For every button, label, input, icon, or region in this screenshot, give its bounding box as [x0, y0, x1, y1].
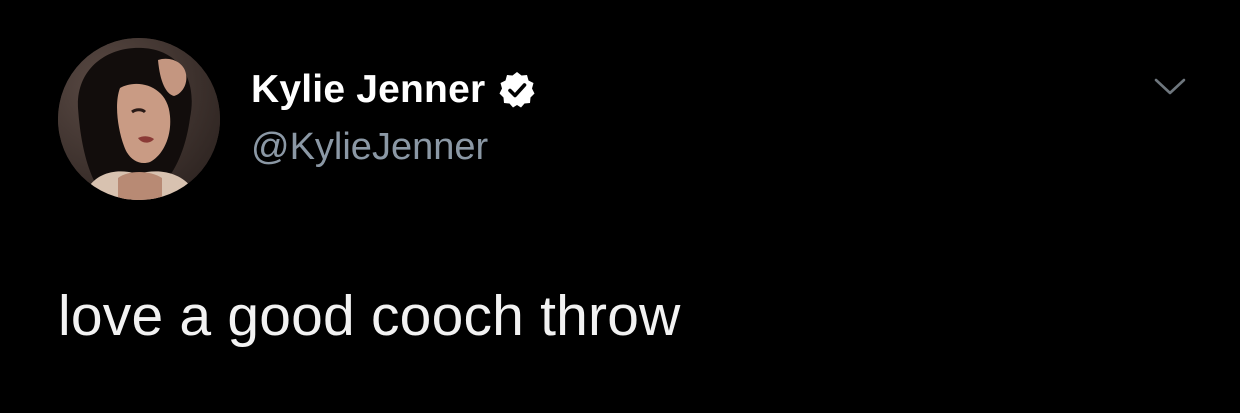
name-row: Kylie Jenner: [251, 62, 537, 118]
chevron-down-icon[interactable]: [1150, 72, 1190, 102]
verified-badge-icon: [497, 70, 537, 110]
user-handle[interactable]: @KylieJenner: [251, 122, 537, 172]
tweet-card: Kylie Jenner @KylieJenner love a good co…: [0, 0, 1240, 413]
author-block: Kylie Jenner @KylieJenner: [251, 62, 537, 172]
tweet-text: love a good cooch throw: [58, 284, 681, 348]
avatar-photo: [58, 38, 220, 200]
avatar[interactable]: [58, 38, 220, 200]
display-name[interactable]: Kylie Jenner: [251, 62, 485, 118]
